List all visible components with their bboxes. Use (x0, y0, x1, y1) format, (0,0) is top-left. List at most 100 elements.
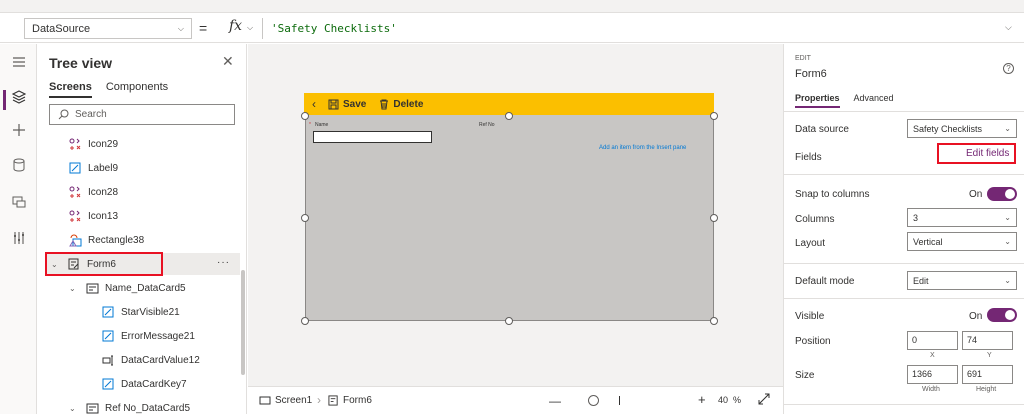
breadcrumb-screen[interactable]: Screen1 (259, 395, 312, 406)
back-arrow-icon[interactable]: ‹ (312, 97, 316, 111)
breadcrumb-control-label: Form6 (343, 395, 372, 406)
save-button[interactable]: Save (328, 99, 366, 110)
resize-handle-b[interactable] (505, 317, 513, 325)
breadcrumb-separator-icon: › (317, 393, 321, 407)
divider (784, 263, 1024, 264)
height-caption: Height (976, 386, 997, 393)
close-icon[interactable]: ✕ (222, 53, 234, 70)
zoom-level: 40 (718, 395, 729, 405)
expand-formula-chevron-icon[interactable]: ⌵ (1005, 22, 1012, 33)
columns-dropdown[interactable]: 3 ⌄ (907, 208, 1017, 227)
tree-item-label: DataCardValue12 (121, 354, 200, 366)
resize-handle-r[interactable] (710, 214, 718, 222)
tab-properties[interactable]: Properties (795, 93, 840, 108)
divider (784, 404, 1024, 405)
property-select[interactable]: DataSource ⌵ (24, 18, 192, 39)
tab-advanced[interactable]: Advanced (854, 93, 894, 108)
position-x-input[interactable]: 0 (907, 331, 958, 350)
media-icon[interactable] (9, 195, 29, 215)
tree-item-datacardvalue12[interactable]: DataCardValue12 (101, 349, 200, 371)
divider (784, 111, 1024, 112)
design-canvas[interactable]: ‹ Save Delete * Name Ref No Add an item … (248, 44, 783, 386)
chevron-down-icon[interactable]: ⌄ (69, 404, 81, 413)
more-options-icon[interactable]: ··· (217, 257, 230, 268)
height-input[interactable]: 691 (962, 365, 1013, 384)
highlight-box-form6 (45, 252, 163, 276)
tree-item-label: ErrorMessage21 (121, 330, 195, 342)
resize-handle-t[interactable] (505, 112, 513, 120)
tree-item-label: Icon28 (88, 186, 119, 198)
insert-pane-hint: Add an item from the Insert pane (599, 145, 687, 151)
name-text-input[interactable] (313, 131, 432, 143)
position-y-input[interactable]: 74 (962, 331, 1013, 350)
tree-item-refno-datacard5[interactable]: ⌄ Ref No_DataCard5 (69, 397, 190, 414)
save-label: Save (343, 98, 367, 110)
delete-button[interactable]: Delete (379, 99, 423, 110)
trash-icon (380, 99, 389, 109)
formula-bar: DataSource ⌵ = fx ⌵ 'Safety Checklists' … (0, 13, 1024, 43)
database-icon[interactable] (9, 158, 29, 178)
tree-item-name-datacard5[interactable]: ⌄ Name_DataCard5 (69, 277, 186, 299)
breadcrumb-control[interactable]: Form6 (328, 395, 372, 406)
tree-item-starvisible21[interactable]: StarVisible21 (101, 301, 180, 323)
default-mode-dropdown[interactable]: Edit ⌄ (907, 271, 1017, 290)
visible-toggle[interactable] (987, 308, 1017, 322)
active-indicator (3, 90, 6, 110)
form-icon (328, 395, 338, 406)
help-question-icon[interactable]: ? (1003, 63, 1014, 74)
tree-item-label9[interactable]: Label9 (68, 157, 118, 179)
label-edit-icon (101, 329, 115, 343)
field-label-refno: Ref No (479, 122, 495, 128)
resize-handle-l[interactable] (301, 214, 309, 222)
data-source-dropdown[interactable]: Safety Checklists ⌄ (907, 119, 1017, 138)
hamburger-menu-icon[interactable] (9, 54, 29, 74)
snap-to-columns-toggle[interactable] (987, 187, 1017, 201)
data-source-value: Safety Checklists (913, 123, 983, 134)
equals-sign: = (199, 20, 208, 36)
tree-search-input[interactable]: Search (49, 104, 235, 125)
layout-dropdown[interactable]: Vertical ⌄ (907, 232, 1017, 251)
zoom-out-icon[interactable]: — (549, 394, 561, 408)
delete-label: Delete (393, 98, 424, 110)
tree-item-icon13[interactable]: Icon13 (68, 205, 118, 227)
layers-icon[interactable] (9, 90, 29, 110)
tree-scrollbar[interactable] (241, 270, 245, 375)
form-control-preview[interactable] (305, 93, 714, 321)
selected-control-name: Form6 (795, 68, 827, 80)
resize-handle-tl[interactable] (301, 112, 309, 120)
resize-handle-tr[interactable] (710, 112, 718, 120)
formula-input[interactable]: 'Safety Checklists' (262, 18, 1002, 39)
y-caption: Y (987, 352, 992, 359)
width-input[interactable]: 1366 (907, 365, 958, 384)
tree-item-datacardkey7[interactable]: DataCardKey7 (101, 373, 187, 395)
resize-handle-bl[interactable] (301, 317, 309, 325)
zoom-slider-mark (619, 396, 620, 405)
fit-to-window-icon[interactable] (758, 393, 770, 408)
tab-components[interactable]: Components (106, 81, 168, 98)
save-icon (328, 99, 339, 109)
edit-caption: EDIT (795, 55, 811, 62)
resize-handle-br[interactable] (710, 317, 718, 325)
tab-screens[interactable]: Screens (49, 81, 92, 98)
tree-item-icon28[interactable]: Icon28 (68, 181, 118, 203)
advanced-tools-icon[interactable] (9, 231, 29, 251)
width-caption: Width (922, 386, 940, 393)
zoom-in-icon[interactable]: + (698, 392, 706, 407)
chevron-down-icon: ⌄ (1004, 237, 1011, 246)
tree-view-pane: Tree view ✕ Screens Components Search Ic… (37, 44, 247, 414)
chevron-down-icon: ⌄ (1004, 124, 1011, 133)
layout-label: Layout (795, 238, 826, 249)
properties-tabs: Properties Advanced (795, 93, 894, 108)
tree-item-errormessage21[interactable]: ErrorMessage21 (101, 325, 195, 347)
zoom-slider-thumb[interactable] (588, 395, 599, 406)
tree-view-title: Tree view (49, 55, 113, 71)
chevron-down-icon[interactable]: ⌵ (247, 23, 253, 33)
tree-item-icon29[interactable]: Icon29 (68, 133, 118, 155)
tree-view-tabs: Screens Components (49, 81, 168, 98)
fx-icon[interactable]: fx (229, 18, 242, 34)
tree-item-rectangle38[interactable]: Rectangle38 (68, 229, 144, 251)
chevron-down-icon[interactable]: ⌄ (69, 284, 81, 293)
icon-control-icon (68, 209, 82, 223)
tree-item-label: Icon13 (88, 210, 119, 222)
plus-insert-icon[interactable] (9, 123, 29, 143)
